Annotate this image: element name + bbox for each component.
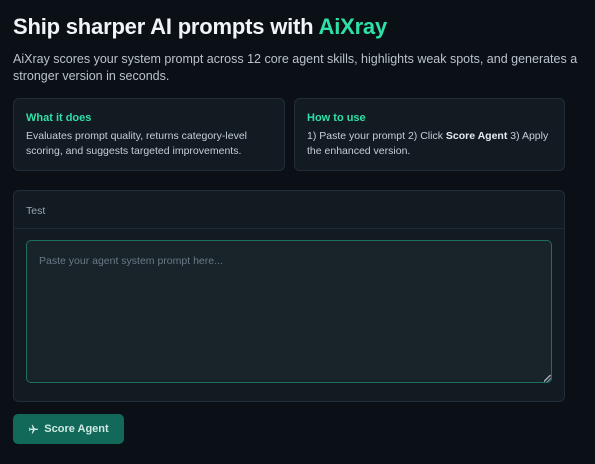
panel-header: Test <box>14 191 564 229</box>
card-body: 1) Paste your prompt 2) Click Score Agen… <box>307 129 552 159</box>
prompt-input[interactable] <box>26 240 552 383</box>
airplane-icon <box>28 424 39 435</box>
page-title: Ship sharper AI prompts with AiXray <box>13 14 387 40</box>
page: Ship sharper AI prompts with AiXray AiXr… <box>0 0 595 464</box>
brand-name: AiXray <box>318 14 388 39</box>
test-panel: Test <box>13 190 565 402</box>
steps-bold: Score Agent <box>445 130 508 142</box>
card-how-to-use: How to use 1) Paste your prompt 2) Click… <box>294 98 565 171</box>
card-what-it-does: What it does Evaluates prompt quality, r… <box>13 98 285 171</box>
page-description: AiXray scores your system prompt across … <box>13 52 578 83</box>
score-agent-label: Score Agent <box>44 423 109 435</box>
card-title: How to use <box>307 112 366 124</box>
score-agent-button[interactable]: Score Agent <box>13 414 124 444</box>
card-body: Evaluates prompt quality, returns catego… <box>26 130 247 157</box>
steps-part-1: 1) Paste your prompt 2) Click <box>307 130 446 142</box>
card-title: What it does <box>26 112 92 124</box>
title-prefix: Ship sharper AI prompts with <box>13 14 319 39</box>
